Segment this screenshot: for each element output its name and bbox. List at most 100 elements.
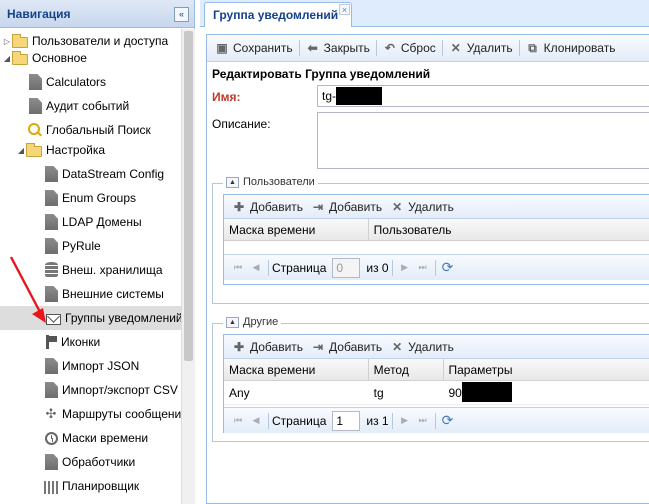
column-header-time-mask[interactable]: Маска времени [224,219,369,240]
redaction-block [336,87,383,105]
tree-item-settings[interactable]: ◢ Настройка [0,138,181,162]
add-label: Добавить [250,339,304,354]
last-page-icon[interactable]: ⏭ [415,260,431,276]
page-number-input[interactable]: 1 [332,410,361,431]
others-legend-label: Другие [243,316,279,328]
scrollbar-thumb[interactable] [184,31,193,361]
tree-item-datastream-config[interactable]: DataStream Config [0,162,181,186]
name-value: tg- [322,89,337,103]
pager-separator [268,412,269,429]
tree-item-icons[interactable]: Иконки [0,330,181,354]
expand-icon[interactable]: ▷ [2,37,12,46]
navigation-panel: Навигация « ▷ Пользователи и доступа ◢ О… [0,0,195,504]
clock-icon [45,431,58,445]
delete-x-icon: ✕ [392,339,403,354]
form-title: Редактировать Группа уведомлений [212,67,431,81]
tree-item-time-masks[interactable]: Маски времени [0,426,181,450]
collapse-toggle-icon[interactable]: ▲ [226,176,239,188]
next-page-icon[interactable]: ▶ [397,260,413,276]
tab-notification-group[interactable]: Группа уведомлений × [204,2,352,27]
tree-item-calculators[interactable]: Calculators [0,70,181,94]
table-row[interactable]: Any tg 90 [224,381,649,405]
last-page-icon[interactable]: ⏭ [415,413,431,429]
column-header-method[interactable]: Метод [369,359,444,380]
document-icon [45,214,58,230]
tree-item-label: LDAP Домены [62,215,142,229]
column-header-user[interactable]: Пользователь [369,219,649,240]
tree-item-enum-groups[interactable]: Enum Groups [0,186,181,210]
tab-bar: Группа уведомлений × [200,0,649,27]
reset-label: Сброс [400,41,436,55]
database-icon [45,262,58,278]
cell-params: 90 [444,381,649,404]
collapse-toggle-icon[interactable]: ▲ [226,316,239,328]
first-page-icon[interactable]: ⏮ [230,260,246,276]
others-add-button[interactable]: ✚ Добавить [228,337,307,357]
others-grid: ✚ Добавить ⇥ Добавить ✕ Удалить Маска вр… [223,334,649,433]
users-grid-toolbar: ✚ Добавить ⇥ Добавить ✕ Удалить [224,195,649,219]
delete-button[interactable]: ✕ Удалить [445,38,517,59]
back-arrow-icon: ⬅ [307,41,318,55]
others-grid-header: Маска времени Метод Параметры [224,359,649,381]
document-icon [45,358,58,374]
tree-item-import-export-csv[interactable]: Импорт/экспорт CSV [0,378,181,402]
save-button[interactable]: ▣ Сохранить [211,38,297,59]
others-fieldset: ▲ Другие ✚ Добавить ⇥ Добавить ✕ Удалить [212,316,649,442]
tree-item-label: Импорт JSON [62,359,140,373]
page-number-input[interactable]: 0 [332,257,361,278]
tree-item-pyrule[interactable]: PyRule [0,234,181,258]
search-icon [28,123,42,137]
clone-label: Клонировать [543,41,616,55]
next-page-icon[interactable]: ▶ [397,413,413,429]
users-add-existing-button[interactable]: ⇥ Добавить [307,197,386,217]
users-add-button[interactable]: ✚ Добавить [228,197,307,217]
close-button[interactable]: ⬅ Закрыть [302,38,374,59]
document-icon [45,286,58,302]
navigation-tree: ▷ Пользователи и доступа ◢ Основное Calc… [0,29,181,504]
tree-item-external-systems[interactable]: Внешние системы [0,282,181,306]
column-header-time-mask[interactable]: Маска времени [224,359,369,380]
close-icon[interactable]: × [339,4,350,15]
description-field[interactable] [317,112,649,169]
tree-item-label: Глобальный Поиск [46,123,151,137]
collapse-arrow-icon[interactable]: ◢ [2,54,12,63]
reset-button[interactable]: ↶ Сброс [379,38,440,59]
users-grid: ✚ Добавить ⇥ Добавить ✕ Удалить Маска вр… [223,194,649,285]
tree-item-label: Основное [32,51,87,65]
others-add-existing-button[interactable]: ⇥ Добавить [307,337,386,357]
first-page-icon[interactable]: ⏮ [230,413,246,429]
clone-button[interactable]: ⧉ Клонировать [522,38,620,59]
tree-item-import-json[interactable]: Импорт JSON [0,354,181,378]
tree-item-external-storage[interactable]: Внеш. хранилища [0,258,181,282]
prev-page-icon[interactable]: ◀ [248,260,264,276]
clone-icon: ⧉ [528,41,537,55]
import-icon: ⇥ [313,199,324,214]
prev-page-icon[interactable]: ◀ [248,413,264,429]
refresh-icon[interactable]: ⟳ [442,259,454,276]
name-field[interactable]: tg- [317,85,649,107]
tree-item-ldap-domains[interactable]: LDAP Домены [0,210,181,234]
collapse-arrow-icon[interactable]: ◢ [16,146,26,155]
tree-item-label: Аудит событий [46,99,130,113]
cell-method: tg [373,386,384,400]
tree-item-label: Внешние системы [62,287,164,301]
envelope-icon [46,313,61,325]
tree-item-main[interactable]: ◢ Основное [0,46,181,70]
tree-item-scheduler[interactable]: Планировщик [0,474,181,498]
others-delete-button[interactable]: ✕ Удалить [386,337,458,357]
tree-item-message-routes[interactable]: ✣ Маршруты сообщений [0,402,181,426]
tree-scrollbar[interactable] [181,29,195,504]
refresh-icon[interactable]: ⟳ [442,412,454,429]
tree-item-label: Обработчики [62,455,136,469]
add-label: Добавить [329,199,383,214]
tree-item-notification-groups[interactable]: Группы уведомлений [0,306,181,330]
page-count: из 0 [366,260,389,275]
scheduler-icon [44,480,58,494]
tree-item-audit[interactable]: Аудит событий [0,94,181,118]
plus-icon: ✚ [233,199,245,214]
users-delete-button[interactable]: ✕ Удалить [386,197,458,217]
tree-item-handlers[interactable]: Обработчики [0,450,181,474]
collapse-icon[interactable]: « [174,7,189,22]
others-grid-toolbar: ✚ Добавить ⇥ Добавить ✕ Удалить [224,335,649,359]
column-header-params[interactable]: Параметры [444,359,649,380]
